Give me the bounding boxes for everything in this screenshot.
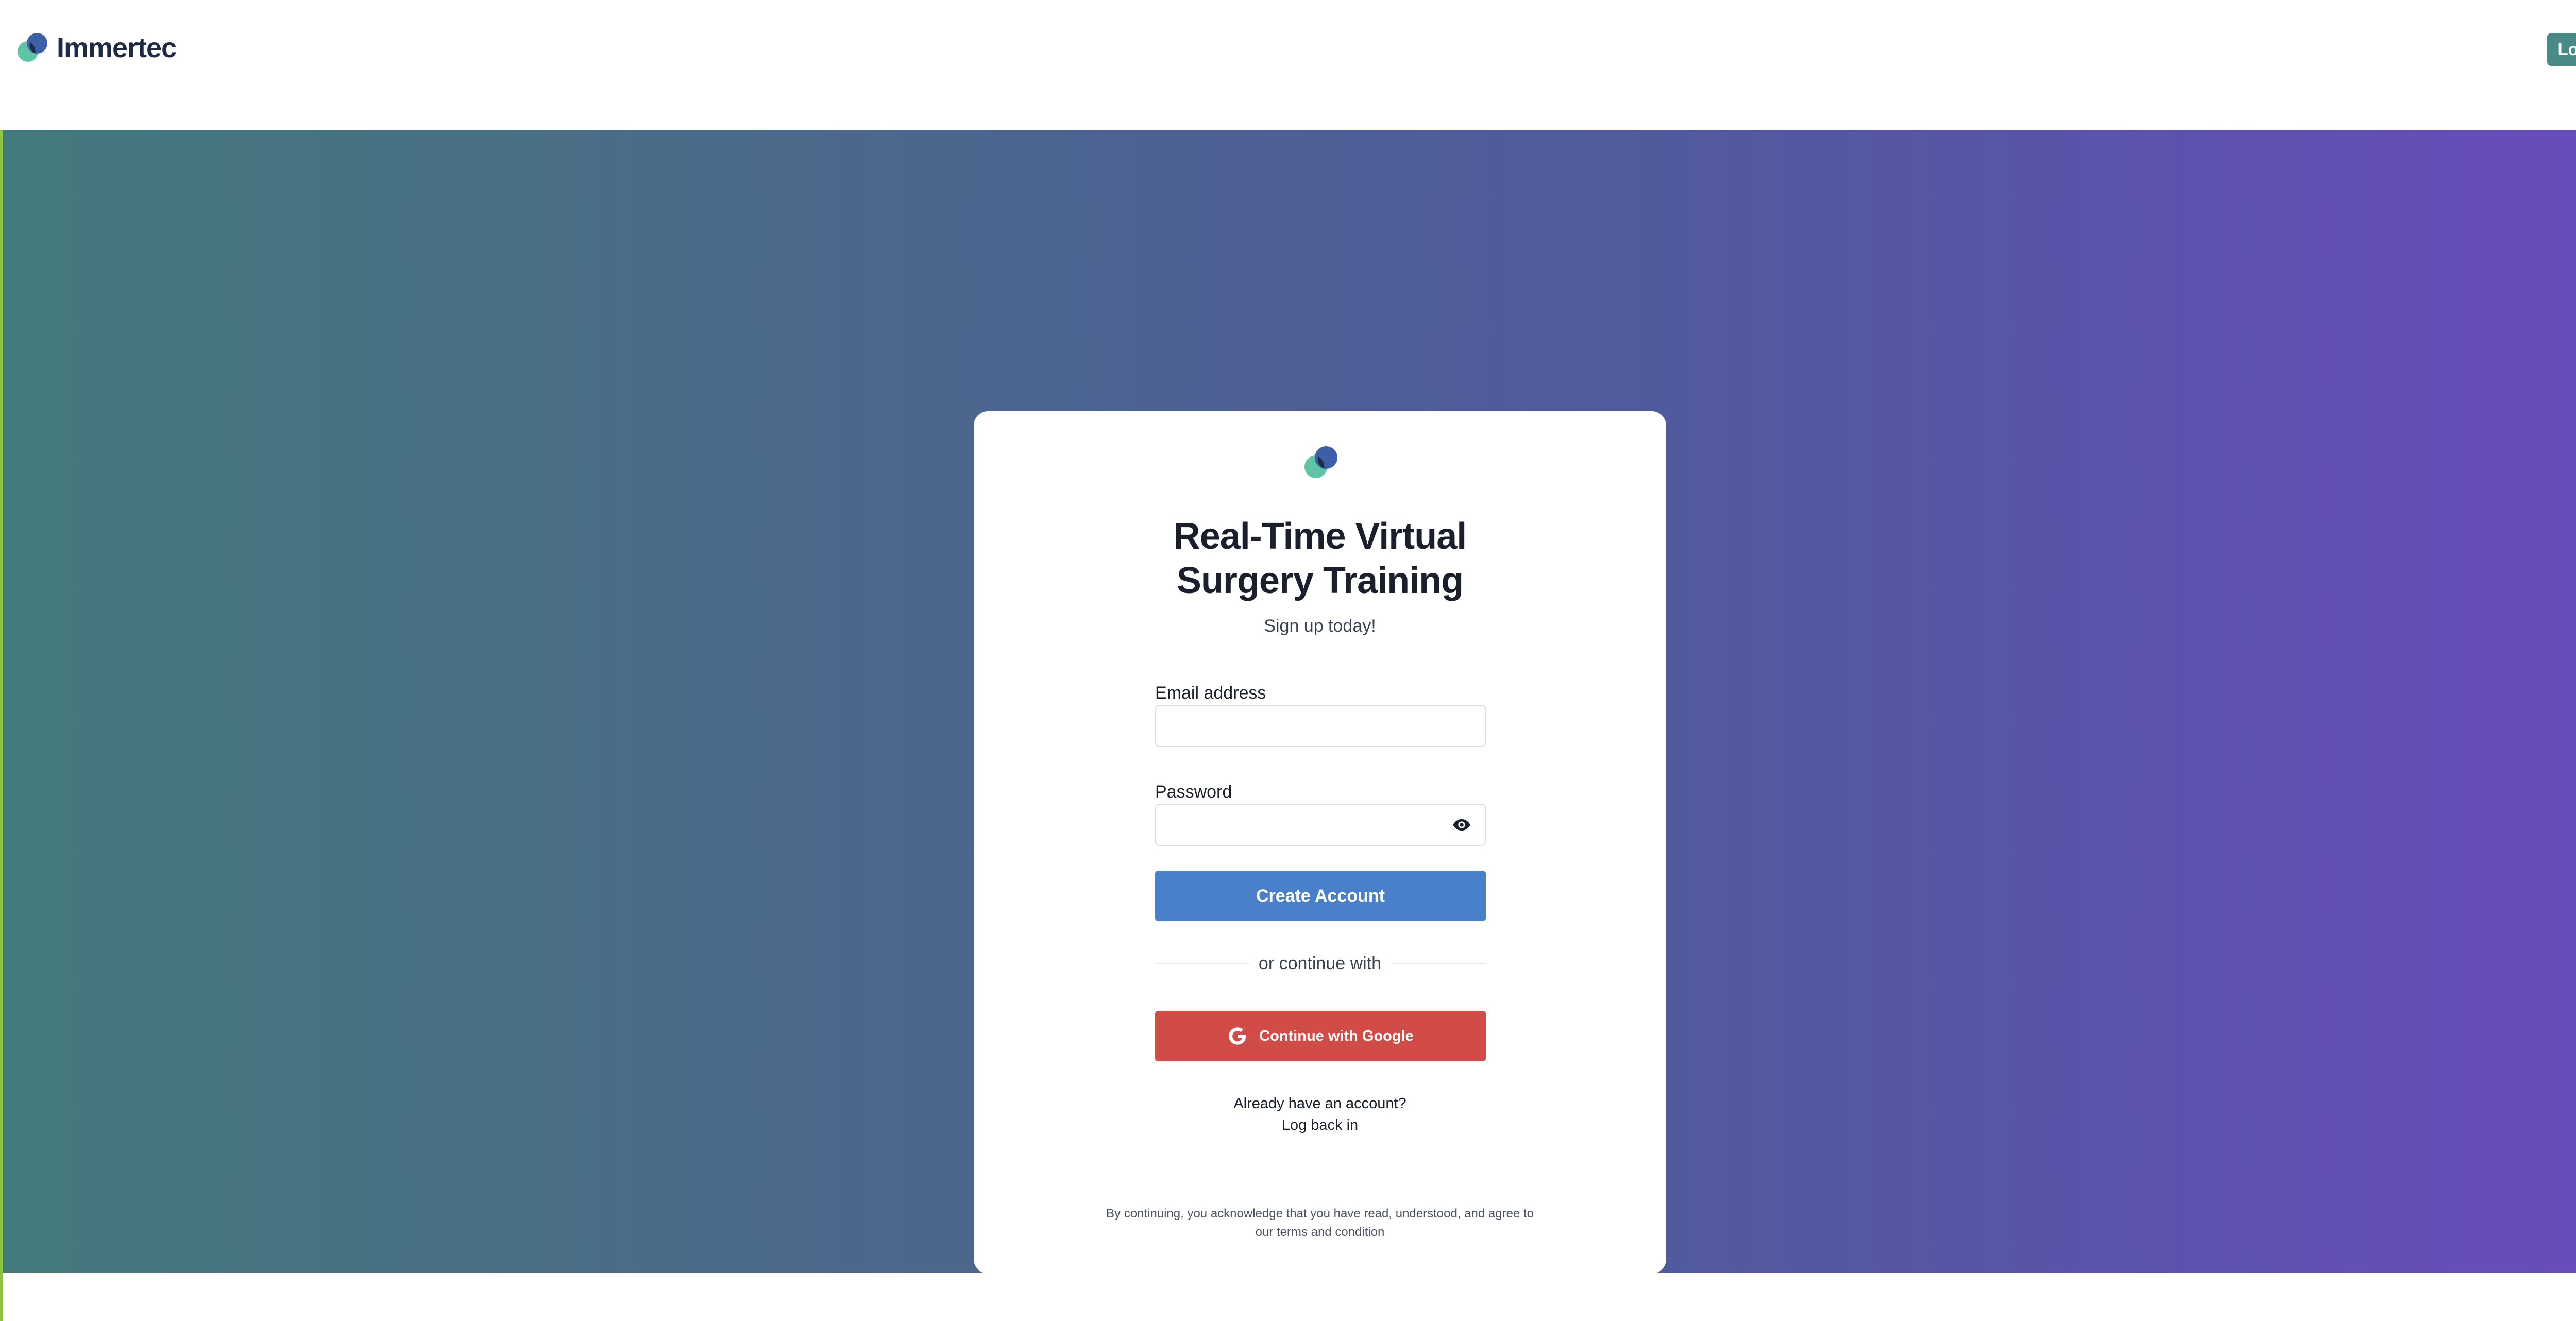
email-field[interactable] <box>1155 705 1486 747</box>
card-logo-icon <box>1304 446 1337 478</box>
header-login-button[interactable]: Log In <box>2547 33 2576 66</box>
brand-name: Immertec <box>57 32 177 63</box>
password-label: Password <box>1155 782 1232 802</box>
brand[interactable]: Immertec <box>14 31 177 65</box>
card-title-line-1: Real-Time Virtual <box>1173 516 1467 557</box>
legal-line-2: our terms and condition <box>1255 1225 1385 1239</box>
continue-with-google-button[interactable]: Continue with Google <box>1155 1011 1486 1061</box>
create-account-button[interactable]: Create Account <box>1155 871 1486 921</box>
immertec-logo-icon <box>18 33 47 62</box>
already-have-account-text: Already have an account? <box>1233 1095 1406 1112</box>
card-subtitle: Sign up today! <box>1264 616 1376 636</box>
legal-notice: By continuing, you acknowledge that you … <box>1077 1205 1563 1242</box>
divider-text: or continue with <box>1258 954 1382 973</box>
log-back-in-link[interactable]: Log back in <box>1282 1117 1358 1133</box>
eye-icon[interactable] <box>1452 815 1471 835</box>
card-title: Real-Time Virtual Surgery Training <box>974 514 1666 603</box>
google-g-icon <box>1229 1027 1246 1045</box>
email-label: Email address <box>1155 683 1266 703</box>
password-field[interactable] <box>1155 804 1486 846</box>
legal-line-1: By continuing, you acknowledge that you … <box>1106 1207 1534 1221</box>
google-button-label: Continue with Google <box>1259 1027 1414 1044</box>
hero-gradient-background: Real-Time Virtual Surgery Training Sign … <box>3 130 2576 1274</box>
top-header: Immertec Log In <box>0 0 2576 130</box>
log-back-in-wrapper: Log back in <box>974 1117 1666 1134</box>
card-title-line-2: Surgery Training <box>1176 560 1464 601</box>
page: Immertec Log In Real-Time Virtual Surger… <box>0 0 2576 1321</box>
signup-card: Real-Time Virtual Surgery Training Sign … <box>974 411 1666 1274</box>
